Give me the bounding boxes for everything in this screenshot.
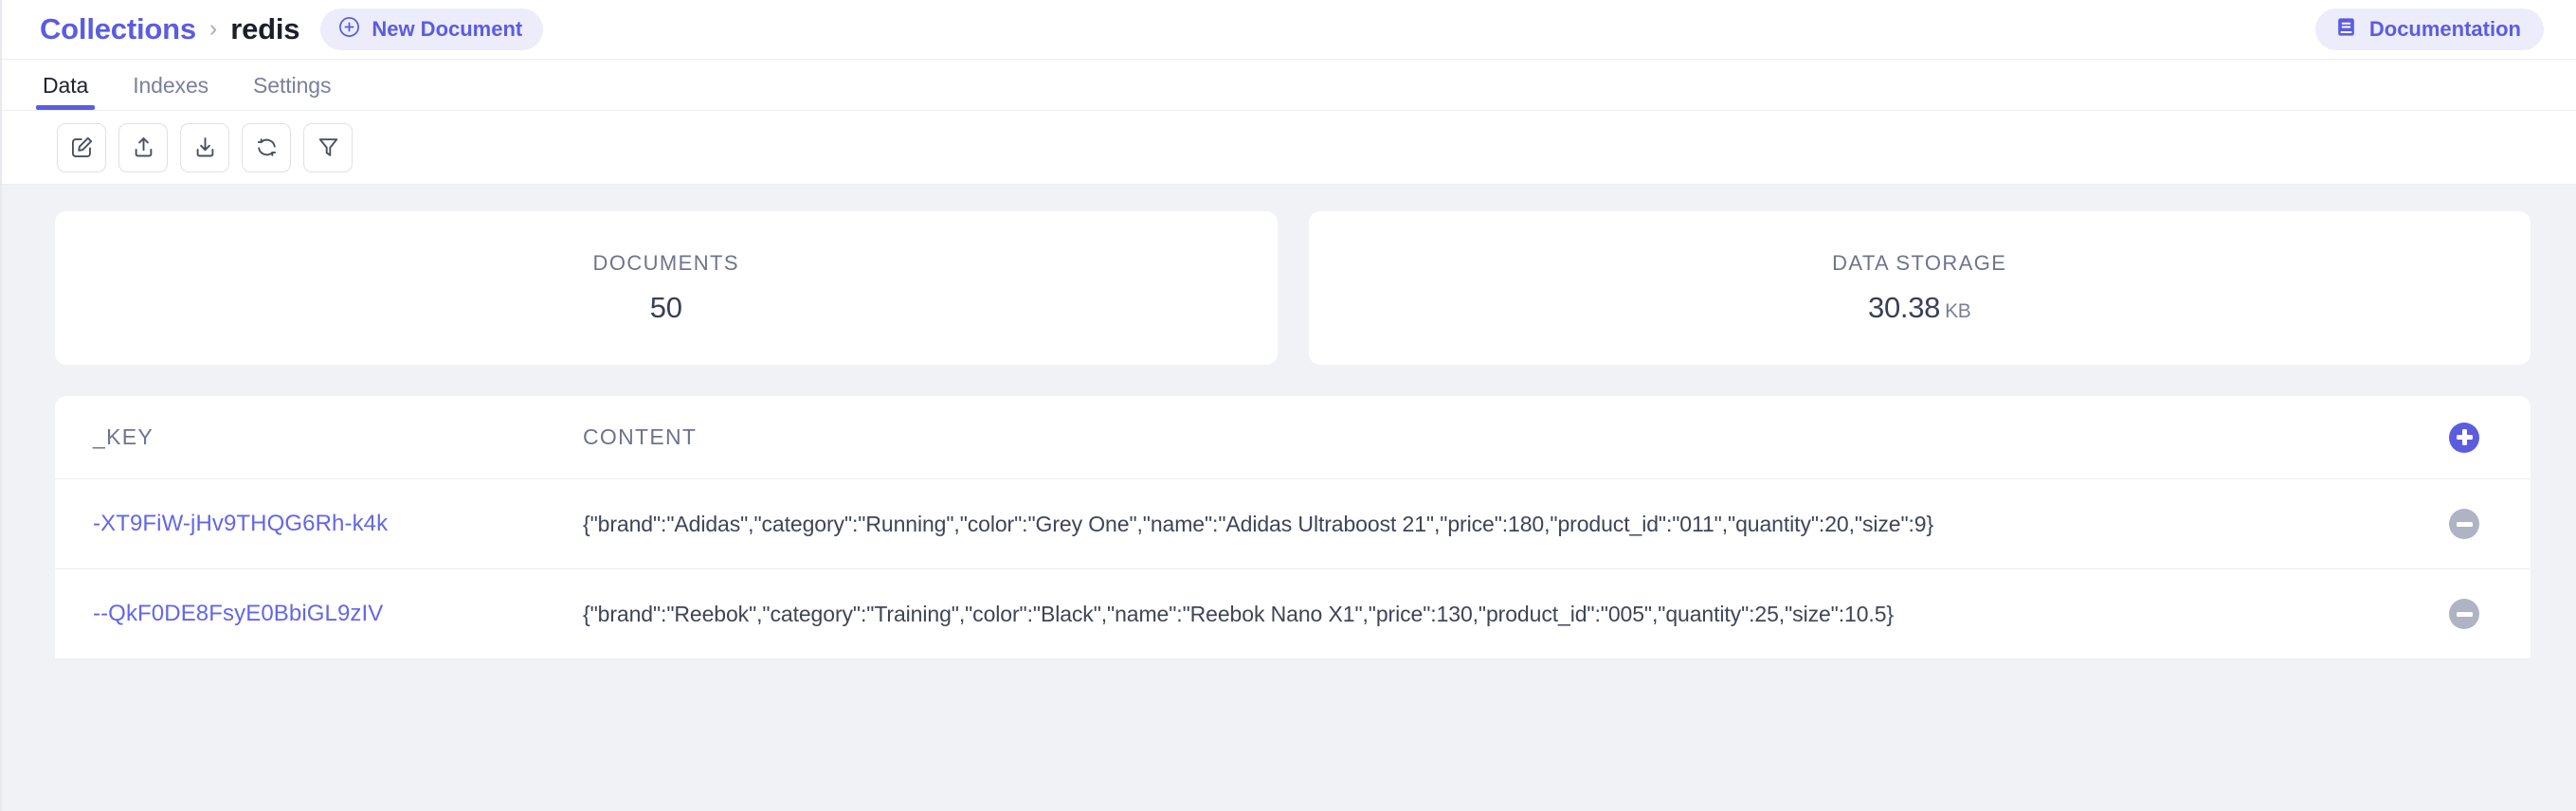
table-row[interactable]: -XT9FiW-jHv9THQG6Rh-k4k {"brand":"Adidas… bbox=[55, 479, 2531, 569]
breadcrumb-collections-link[interactable]: Collections bbox=[40, 12, 196, 46]
upload-icon bbox=[131, 135, 156, 160]
documents-table: _KEY CONTENT -XT9FiW-jHv9THQG6Rh-k4k {"b… bbox=[55, 396, 2531, 659]
column-header-key: _KEY bbox=[93, 424, 154, 449]
tab-indexes[interactable]: Indexes bbox=[130, 73, 211, 110]
column-header-content: CONTENT bbox=[583, 424, 698, 449]
breadcrumb-separator-icon: › bbox=[209, 14, 218, 42]
tab-settings[interactable]: Settings bbox=[250, 73, 334, 110]
pencil-square-icon bbox=[69, 135, 95, 160]
refresh-icon bbox=[254, 135, 280, 160]
download-icon bbox=[192, 135, 218, 160]
stats-row: DOCUMENTS 50 DATA STORAGE 30.38 KB bbox=[2, 185, 2576, 365]
edit-button[interactable] bbox=[57, 122, 106, 172]
refresh-button[interactable] bbox=[242, 122, 291, 172]
row-key-cell: --QkF0DE8FsyE0BbiGL9zIV bbox=[76, 601, 583, 627]
collection-detail-page: Collections › redis New Document Documen… bbox=[0, 0, 2576, 811]
row-actions bbox=[2398, 509, 2531, 539]
row-key-cell: -XT9FiW-jHv9THQG6Rh-k4k bbox=[76, 511, 583, 537]
funnel-icon bbox=[316, 135, 341, 160]
plus-circle-outline-icon bbox=[337, 15, 361, 45]
plus-circle-filled-icon bbox=[2449, 423, 2479, 453]
page-header: Collections › redis New Document Documen… bbox=[2, 0, 2576, 59]
add-document-button[interactable] bbox=[2449, 422, 2479, 453]
row-actions bbox=[2398, 599, 2531, 629]
import-button[interactable] bbox=[180, 122, 229, 172]
document-key-link[interactable]: --QkF0DE8FsyE0BbiGL9zIV bbox=[93, 601, 383, 626]
breadcrumb-current-collection: redis bbox=[230, 12, 300, 45]
book-icon bbox=[2334, 15, 2358, 45]
data-storage-unit: KB bbox=[1945, 300, 1971, 322]
export-button[interactable] bbox=[118, 122, 168, 172]
new-document-button[interactable]: New Document bbox=[320, 9, 544, 50]
documentation-label: Documentation bbox=[2368, 17, 2521, 41]
data-panel: DOCUMENTS 50 DATA STORAGE 30.38 KB _KEY C… bbox=[2, 185, 2576, 811]
tab-bar: Data Indexes Settings bbox=[2, 59, 2576, 111]
documents-stat-card: DOCUMENTS 50 bbox=[55, 211, 1278, 365]
minus-circle-filled-icon bbox=[2449, 599, 2479, 629]
data-storage-stat-card: DATA STORAGE 30.38 KB bbox=[1308, 211, 2531, 365]
tab-data[interactable]: Data bbox=[35, 73, 96, 110]
table-header-row: _KEY CONTENT bbox=[55, 396, 2531, 479]
remove-document-button[interactable] bbox=[2449, 599, 2479, 629]
remove-document-button[interactable] bbox=[2449, 509, 2479, 539]
filter-button[interactable] bbox=[303, 122, 353, 172]
data-storage-number: 30.38 bbox=[1868, 291, 1941, 324]
new-document-label: New Document bbox=[372, 17, 523, 41]
data-storage-stat-label: DATA STORAGE bbox=[1832, 251, 2007, 275]
row-content-cell: {"brand":"Adidas","category":"Running","… bbox=[583, 511, 1934, 536]
data-storage-stat-value: 30.38 KB bbox=[1868, 291, 1971, 325]
documents-stat-label: DOCUMENTS bbox=[592, 251, 739, 275]
minus-circle-filled-icon bbox=[2449, 509, 2479, 539]
breadcrumb: Collections › redis bbox=[40, 12, 300, 46]
table-row[interactable]: --QkF0DE8FsyE0BbiGL9zIV {"brand":"Reebok… bbox=[55, 569, 2531, 659]
documents-stat-value: 50 bbox=[649, 291, 682, 324]
document-key-link[interactable]: -XT9FiW-jHv9THQG6Rh-k4k bbox=[93, 511, 388, 536]
documentation-button[interactable]: Documentation bbox=[2314, 9, 2544, 50]
table-header-actions bbox=[2398, 422, 2531, 453]
row-content-cell: {"brand":"Reebok","category":"Training",… bbox=[583, 601, 1894, 626]
data-toolbar bbox=[2, 111, 2576, 185]
